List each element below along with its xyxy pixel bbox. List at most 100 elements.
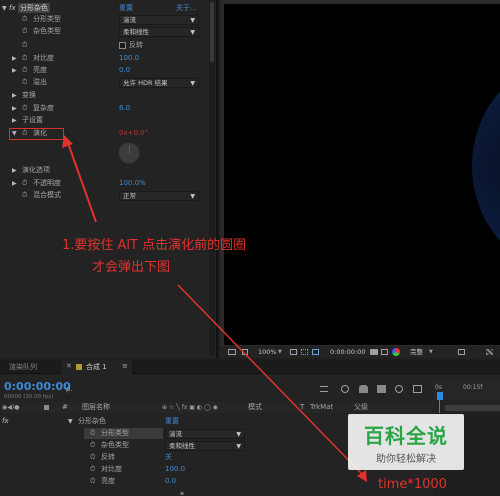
stopwatch-icon[interactable]: ⏱ xyxy=(90,428,95,439)
contrast-value[interactable]: 100.0 xyxy=(165,464,185,475)
collapse-triangle-icon[interactable]: ▼ xyxy=(2,3,7,14)
prop-evolution-options[interactable]: ▶ 演化选项 xyxy=(0,165,216,176)
viewer-timecode[interactable]: 0:00:00:00 xyxy=(330,346,366,358)
prop-overflow: ⏱ 溢出 允许 HDR 结果 ▼ xyxy=(0,77,216,88)
region-of-interest-icon[interactable] xyxy=(458,349,465,355)
column-trkmat[interactable]: TrkMat xyxy=(310,402,333,413)
evolution-angle-dial[interactable] xyxy=(118,142,140,164)
stopwatch-icon[interactable]: ⏱ xyxy=(22,103,27,114)
stopwatch-icon[interactable]: ⏱ xyxy=(90,440,95,451)
prop-transform[interactable]: ▶ 变换 xyxy=(0,90,216,101)
blend-mode-dropdown[interactable]: 正常 ▼ xyxy=(119,191,199,201)
effect-name[interactable]: 分形杂色 xyxy=(78,416,106,427)
expand-triangle-icon[interactable]: ▶ xyxy=(12,65,17,76)
noise-type-dropdown[interactable]: 柔和线性 ▼ xyxy=(119,27,199,37)
zoom-level[interactable]: 100% xyxy=(258,346,277,358)
prop-label: 混合模式 xyxy=(33,191,61,199)
stopwatch-icon[interactable]: ⏱ xyxy=(22,40,27,51)
complexity-value[interactable]: 6.0 xyxy=(119,103,130,114)
stopwatch-icon[interactable]: ⏱ xyxy=(90,464,95,475)
safe-zones-icon[interactable] xyxy=(290,349,297,355)
prop-label: 不透明度 xyxy=(33,179,61,187)
expand-triangle-icon[interactable]: ▶ xyxy=(12,53,17,64)
stopwatch-icon[interactable]: ⏱ xyxy=(22,77,27,88)
prop-label: 对比度 xyxy=(33,54,54,62)
expand-triangle-icon[interactable]: ▶ xyxy=(12,165,17,176)
prop-contrast: ▶ ⏱ 对比度 100.0 xyxy=(0,53,216,64)
tab-render-queue[interactable]: 渲染队列 xyxy=(9,362,37,372)
snapshot-icon[interactable] xyxy=(381,349,388,355)
search-input[interactable]: ρ. xyxy=(66,385,146,395)
chevron-down-icon[interactable]: ▼ xyxy=(429,346,433,358)
mask-icon[interactable] xyxy=(301,349,308,355)
opacity-value[interactable]: 100.0% xyxy=(119,178,146,189)
color-channels-icon[interactable] xyxy=(392,348,400,356)
expand-triangle-icon[interactable]: ▶ xyxy=(12,90,17,101)
stopwatch-icon[interactable]: ⏱ xyxy=(22,178,27,189)
fractal-type-dropdown[interactable]: 湍流 ▼ xyxy=(119,15,199,25)
graph-editor-icon[interactable] xyxy=(413,385,422,393)
effect-controls-scrollbar[interactable] xyxy=(209,0,215,355)
expand-triangle-icon[interactable]: ▶ xyxy=(12,103,17,114)
stopwatch-icon[interactable]: ⏱ xyxy=(22,26,27,37)
tab-composition[interactable]: ✕ 合成 1 ≡ xyxy=(62,360,132,374)
column-layer-name[interactable]: 图层名称 xyxy=(82,402,110,413)
playhead-marker[interactable] xyxy=(437,392,443,400)
grid-icon[interactable] xyxy=(242,349,248,355)
stopwatch-icon[interactable]: ⏱ xyxy=(22,128,27,139)
effect-controls-panel: ▼ fx 分形杂色 重置 关于... ⏱ 分形类型 湍流 ▼ ⏱ 杂色类型 柔和… xyxy=(0,0,218,358)
brightness-value[interactable]: 0.0 xyxy=(165,476,176,487)
shy-layers-icon[interactable] xyxy=(359,385,368,393)
brightness-value[interactable]: 0.0 xyxy=(119,65,130,76)
expand-triangle-icon[interactable]: ▶ xyxy=(12,115,17,126)
close-icon[interactable]: ✕ xyxy=(66,362,72,370)
draft-3d-icon[interactable] xyxy=(341,385,349,393)
chevron-down-icon[interactable]: ▼ xyxy=(278,346,282,358)
collapse-triangle-icon[interactable]: ▼ xyxy=(12,128,17,139)
reset-link[interactable]: 重置 xyxy=(165,416,179,427)
stopwatch-icon[interactable]: ⏱ xyxy=(22,14,27,25)
comp-mini-flowchart-icon[interactable] xyxy=(320,386,328,392)
stopwatch-icon[interactable]: ⏱ xyxy=(90,452,95,463)
column-mode[interactable]: 模式 xyxy=(248,402,262,413)
noise-type-dropdown[interactable]: 柔和线性 ▼ xyxy=(165,441,245,451)
region-icon[interactable] xyxy=(312,349,319,355)
stopwatch-icon[interactable]: ⏱ xyxy=(22,53,27,64)
prop-label: 分形类型 xyxy=(101,429,129,437)
prop-sub-settings[interactable]: ▶ 子设置 xyxy=(0,115,216,126)
time-ruler[interactable]: 0s 00:15f xyxy=(433,380,500,400)
column-parent[interactable]: 父级 xyxy=(354,402,368,413)
camera-icon[interactable] xyxy=(370,349,378,355)
monitor-icon[interactable] xyxy=(228,349,236,355)
motion-blur-icon[interactable] xyxy=(395,385,403,393)
composition-viewer: 100% ▼ 0:00:00:00 完整 ▼ xyxy=(220,0,500,358)
invert-value[interactable]: 关 xyxy=(165,452,172,463)
fx-icon[interactable]: fx xyxy=(9,3,16,14)
stopwatch-icon[interactable]: ⏱ xyxy=(22,65,27,76)
contrast-value[interactable]: 100.0 xyxy=(119,53,139,64)
overflow-dropdown[interactable]: 允许 HDR 结果 ▼ xyxy=(119,78,199,88)
prop-label: 演化选项 xyxy=(22,166,50,174)
about-link[interactable]: 关于... xyxy=(176,3,197,14)
viewer-canvas[interactable] xyxy=(224,4,500,345)
quality-select[interactable]: 完整 xyxy=(410,346,423,358)
current-timecode[interactable]: 0:00:00:00 xyxy=(4,380,71,393)
reset-link[interactable]: 重置 xyxy=(119,3,133,14)
stopwatch-icon[interactable]: ⏱ xyxy=(22,190,27,201)
menu-icon[interactable]: ≡ xyxy=(122,362,128,370)
transparency-grid-icon[interactable] xyxy=(486,349,493,355)
effect-header-row[interactable]: ▼ fx 分形杂色 重置 关于... xyxy=(0,3,216,14)
prop-label: 子设置 xyxy=(22,116,43,124)
frame-blending-icon[interactable] xyxy=(377,385,386,393)
dial-needle xyxy=(129,145,130,154)
scrollbar-thumb[interactable] xyxy=(210,2,214,62)
collapse-triangle-icon[interactable]: ▼ xyxy=(68,416,73,427)
expand-triangle-icon[interactable]: ▶ xyxy=(12,178,17,189)
effect-name[interactable]: 分形杂色 xyxy=(18,3,50,13)
next-row-icons: ▪ xyxy=(180,490,185,496)
stopwatch-icon[interactable]: ⏱ xyxy=(90,476,95,487)
invert-checkbox[interactable] xyxy=(119,42,126,49)
fractal-type-dropdown[interactable]: 湍流 ▼ xyxy=(165,429,245,439)
work-area-bar[interactable] xyxy=(445,405,500,411)
evolution-value[interactable]: 0x+0.0° xyxy=(119,128,148,139)
